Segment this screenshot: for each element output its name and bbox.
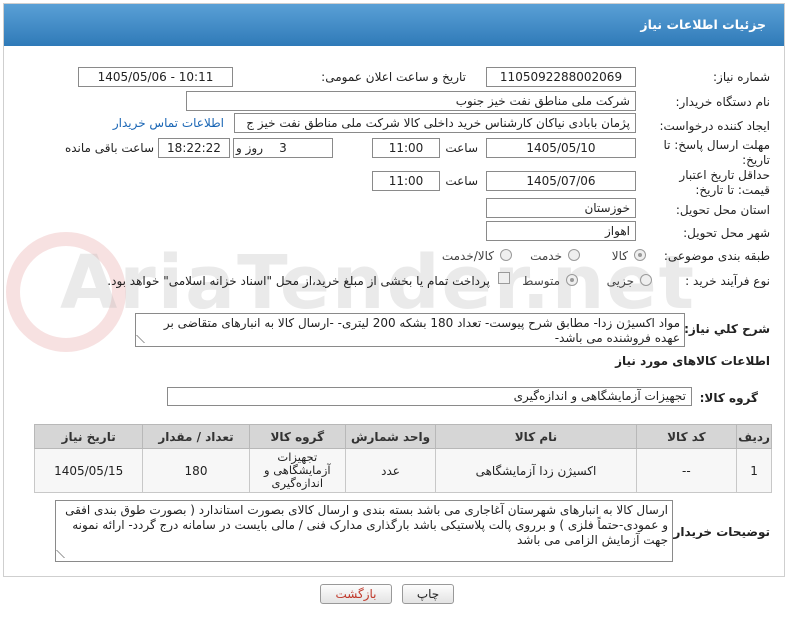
process-label: نوع فرآیند خرید : xyxy=(685,274,770,288)
back-button[interactable]: بازگشت xyxy=(320,584,392,604)
col-header-qty: تعداد / مقدار xyxy=(142,424,250,449)
process-option-partial: جزیی xyxy=(606,274,634,288)
goods-info-title: اطلاعات کالاهای مورد نیاز xyxy=(615,354,770,368)
need-number-field[interactable]: 1105092288002069 xyxy=(486,67,636,87)
announce-label: تاریخ و ساعت اعلان عمومی: xyxy=(321,70,466,84)
remaining-label: ساعت باقی مانده xyxy=(64,141,154,155)
summary-text: مواد اکسیژن زدا- مطابق شرح پیوست- تعداد … xyxy=(163,316,680,345)
page-title: جزئیات اطلاعات نیاز xyxy=(4,4,784,46)
validity-time-field[interactable]: 11:00 xyxy=(372,171,440,191)
remaining-time-field[interactable]: 18:22:22 xyxy=(158,138,230,158)
validity-time-label: ساعت xyxy=(445,174,478,188)
validity-date-field[interactable]: 1405/07/06 xyxy=(486,171,636,191)
summary-label: شرح کلي نياز: xyxy=(684,322,770,336)
process-radio-partial[interactable] xyxy=(640,274,652,286)
process-option-medium: متوسط xyxy=(522,274,560,288)
deadline-time-field[interactable]: 11:00 xyxy=(372,138,440,158)
resize-grip-icon[interactable] xyxy=(56,550,72,558)
deadline-date-field[interactable]: 1405/05/10 xyxy=(486,138,636,158)
need-number-label: شماره نیاز: xyxy=(713,70,770,84)
category-radio-both[interactable] xyxy=(500,249,512,261)
category-option-goods: کالا xyxy=(611,249,628,263)
cell-date: 1405/05/15 xyxy=(33,448,144,493)
buyer-label: نام دستگاه خریدار: xyxy=(675,95,771,109)
process-radio-medium[interactable] xyxy=(566,274,578,286)
deadline-label: مهلت ارسال پاسخ: تا تاریخ: xyxy=(663,138,770,167)
cell-name: اکسیژن زدا آزمایشگاهی xyxy=(435,448,637,493)
category-label: طبقه بندی موضوعی: xyxy=(663,249,770,263)
col-header-name: نام کالا xyxy=(435,424,637,449)
announce-field[interactable]: 1405/05/06 - 10:11 xyxy=(78,67,233,87)
buyer-field[interactable]: شرکت ملی مناطق نفت خیز جنوب xyxy=(186,91,636,111)
col-header-unit: واحد شمارش xyxy=(344,424,437,449)
notes-label: توضیحات خریدار: xyxy=(668,525,770,539)
notes-textarea[interactable]: ارسال کالا به انبارهای شهرستان آغاجاری م… xyxy=(55,500,673,562)
payment-note: پرداخت تمام یا بخشی از مبلغ خرید،از محل … xyxy=(107,274,490,288)
summary-textarea[interactable]: مواد اکسیژن زدا- مطابق شرح پیوست- تعداد … xyxy=(135,313,685,347)
col-header-code: کد کالا xyxy=(635,424,738,449)
treasury-checkbox[interactable] xyxy=(498,272,510,284)
col-header-group: گروه کالا xyxy=(248,424,346,449)
print-button[interactable]: چاپ xyxy=(402,584,454,604)
creator-label: ایجاد کننده درخواست: xyxy=(659,119,770,133)
deadline-time-label: ساعت xyxy=(445,141,478,155)
goods-group-label: گروه کالا: xyxy=(699,391,758,405)
category-radio-goods[interactable] xyxy=(634,249,646,261)
province-label: استان محل تحویل: xyxy=(675,203,770,217)
col-header-row: ردیف xyxy=(736,424,772,449)
goods-group-field[interactable]: تجهیزات آزمایشگاهی و اندازه‌گیری xyxy=(167,387,692,406)
cell-code: -- xyxy=(635,448,738,493)
city-label: شهر محل تحویل: xyxy=(683,226,770,240)
contact-buyer-link[interactable]: اطلاعات تماس خریدار xyxy=(113,116,224,130)
items-table: ردیف کد کالا نام کالا واحد شمارش گروه کا… xyxy=(33,424,772,493)
notes-text: ارسال کالا به انبارهای شهرستان آغاجاری م… xyxy=(65,503,668,547)
resize-grip-icon[interactable] xyxy=(136,335,152,343)
cell-unit: عدد xyxy=(344,448,437,493)
validity-label: حداقل تاریخ اعتبار قیمت: تا تاریخ: xyxy=(679,168,770,197)
cell-qty: 180 xyxy=(142,448,250,493)
city-field[interactable]: اهواز xyxy=(486,221,636,241)
cell-group: تجهیزات آزمایشگاهی و اندازه‌گیری xyxy=(248,448,346,493)
creator-field[interactable]: پژمان بابادی نیاکان کارشناس خرید داخلی ک… xyxy=(234,113,636,133)
category-radio-service[interactable] xyxy=(568,249,580,261)
items-table-header: ردیف کد کالا نام کالا واحد شمارش گروه کا… xyxy=(33,424,772,449)
category-option-service: خدمت xyxy=(530,249,562,263)
table-row: 1 -- اکسیژن زدا آزمایشگاهی عدد تجهیزات آ… xyxy=(33,448,772,493)
category-option-both: کالا/خدمت xyxy=(441,249,494,263)
cell-row: 1 xyxy=(736,448,772,493)
province-field[interactable]: خوزستان xyxy=(486,198,636,218)
days-label: روز و xyxy=(236,141,263,155)
col-header-date: تاریخ نیاز xyxy=(33,424,144,449)
